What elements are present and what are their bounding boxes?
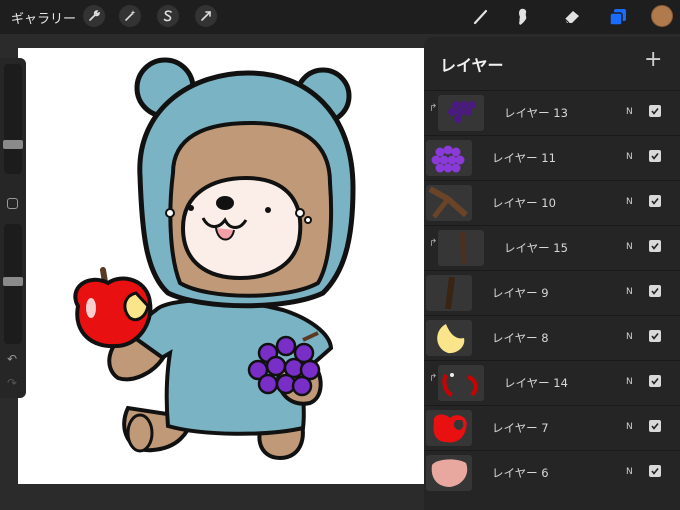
top-toolbar: ギャラリー bbox=[0, 0, 680, 34]
layer-row[interactable]: レイヤー 11 N bbox=[424, 135, 680, 180]
undo-icon[interactable]: ↶ bbox=[7, 352, 17, 366]
layer-name: レイヤー 14 bbox=[504, 376, 568, 390]
visibility-checkbox[interactable] bbox=[649, 150, 661, 162]
brush-icon[interactable] bbox=[469, 5, 493, 29]
layer-thumbnail[interactable] bbox=[438, 365, 484, 401]
layers-panel: レイヤー + ↱ レイヤー 13 N レイヤー 11 N レイヤー 10 N ↱ レイヤー 15… bbox=[424, 37, 680, 510]
layers-icon[interactable] bbox=[606, 5, 630, 29]
wrench-icon[interactable] bbox=[83, 5, 105, 27]
layer-row[interactable]: ↱ レイヤー 14 N bbox=[424, 360, 680, 405]
visibility-checkbox[interactable] bbox=[649, 465, 661, 477]
visibility-checkbox[interactable] bbox=[649, 240, 661, 252]
add-layer-button[interactable]: + bbox=[644, 47, 662, 72]
layer-name: レイヤー 9 bbox=[492, 286, 549, 300]
blend-mode-button[interactable]: N bbox=[626, 152, 633, 162]
visibility-checkbox[interactable] bbox=[649, 375, 661, 387]
layer-row[interactable]: レイヤー 7 N bbox=[424, 405, 680, 450]
opacity-thumb[interactable] bbox=[3, 276, 23, 286]
clipping-mask-icon: ↱ bbox=[429, 373, 438, 384]
layer-name: レイヤー 7 bbox=[492, 421, 549, 435]
blend-mode-button[interactable]: N bbox=[626, 332, 633, 342]
layer-thumbnail[interactable] bbox=[426, 185, 472, 221]
drawing-canvas[interactable] bbox=[18, 48, 428, 484]
layer-row[interactable]: レイヤー 8 N bbox=[424, 315, 680, 360]
layer-row[interactable]: レイヤー 9 N bbox=[424, 270, 680, 315]
layer-name: レイヤー 6 bbox=[492, 466, 549, 480]
layer-thumbnail[interactable] bbox=[438, 95, 484, 131]
visibility-checkbox[interactable] bbox=[649, 420, 661, 432]
visibility-checkbox[interactable] bbox=[649, 105, 661, 117]
blend-mode-button[interactable]: N bbox=[626, 467, 633, 477]
layer-name: レイヤー 15 bbox=[504, 241, 568, 255]
layer-row[interactable]: レイヤー 6 N bbox=[424, 450, 680, 495]
blend-mode-button[interactable]: N bbox=[626, 377, 633, 387]
selection-s-icon[interactable] bbox=[157, 5, 179, 27]
layer-row[interactable]: ↱ レイヤー 13 N bbox=[424, 90, 680, 135]
magic-wand-icon[interactable] bbox=[119, 5, 141, 27]
blend-mode-button[interactable]: N bbox=[626, 242, 633, 252]
clipping-mask-icon: ↱ bbox=[429, 238, 438, 249]
visibility-checkbox[interactable] bbox=[649, 330, 661, 342]
blend-mode-button[interactable]: N bbox=[626, 287, 633, 297]
layer-name: レイヤー 13 bbox=[504, 106, 568, 120]
brush-size-thumb[interactable] bbox=[3, 140, 23, 149]
layer-thumbnail[interactable] bbox=[438, 230, 484, 266]
color-swatch[interactable] bbox=[651, 5, 673, 27]
layer-row[interactable]: ↱ レイヤー 15 N bbox=[424, 225, 680, 270]
layer-name: レイヤー 11 bbox=[492, 151, 556, 165]
brush-size-slider[interactable] bbox=[4, 64, 22, 174]
smudge-icon[interactable] bbox=[511, 5, 535, 29]
blend-mode-button[interactable]: N bbox=[626, 422, 633, 432]
transform-arrow-icon[interactable] bbox=[195, 5, 217, 27]
layer-thumbnail[interactable] bbox=[426, 455, 472, 491]
blend-mode-button[interactable]: N bbox=[626, 197, 633, 207]
left-sidebar: ↶ ↷ bbox=[0, 58, 26, 398]
panel-title: レイヤー bbox=[440, 56, 504, 75]
clipping-mask-icon: ↱ bbox=[429, 103, 438, 114]
layer-thumbnail[interactable] bbox=[426, 275, 472, 311]
layer-name: レイヤー 10 bbox=[492, 196, 556, 210]
visibility-checkbox[interactable] bbox=[649, 195, 661, 207]
redo-icon[interactable]: ↷ bbox=[7, 376, 17, 390]
eraser-icon[interactable] bbox=[559, 5, 583, 29]
gallery-button[interactable]: ギャラリー bbox=[11, 8, 76, 27]
visibility-checkbox[interactable] bbox=[649, 285, 661, 297]
layer-thumbnail[interactable] bbox=[426, 140, 472, 176]
layer-thumbnail[interactable] bbox=[426, 410, 472, 446]
layer-name: レイヤー 8 bbox=[492, 331, 549, 345]
modify-button[interactable] bbox=[7, 198, 18, 209]
bear-illustration bbox=[73, 57, 356, 461]
layer-row[interactable]: レイヤー 10 N bbox=[424, 180, 680, 225]
layer-thumbnail[interactable] bbox=[426, 320, 472, 356]
blend-mode-button[interactable]: N bbox=[626, 107, 633, 117]
